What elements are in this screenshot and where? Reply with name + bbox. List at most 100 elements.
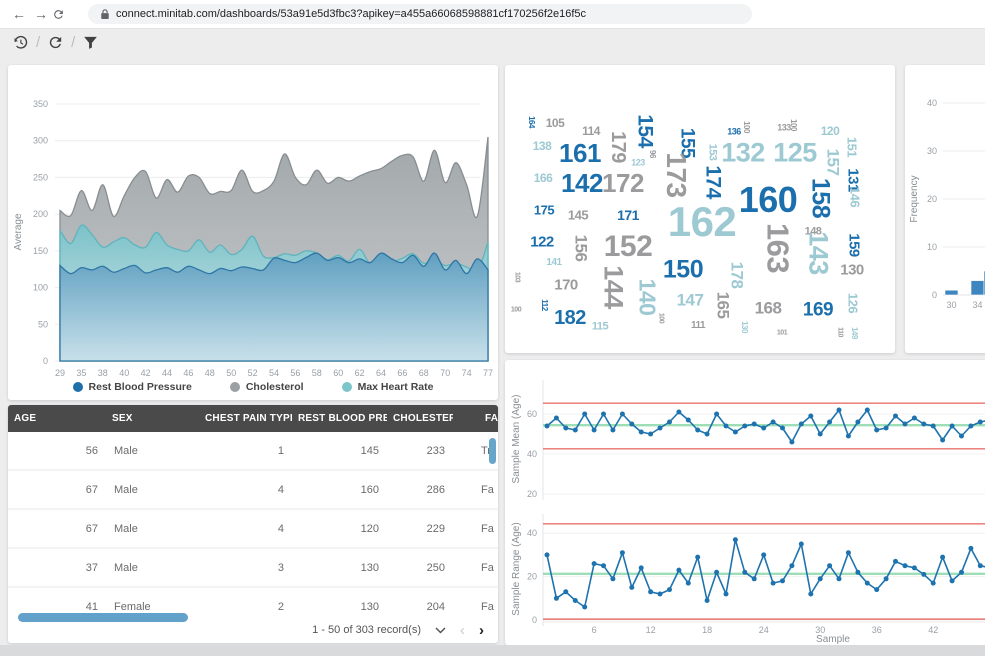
history-icon[interactable] — [12, 34, 29, 51]
cloud-word: 130 — [840, 263, 864, 278]
svg-text:20: 20 — [527, 572, 537, 582]
svg-text:20: 20 — [927, 194, 937, 204]
cloud-word: 114 — [582, 125, 600, 137]
table-cell: 67 — [8, 509, 106, 548]
table-vertical-scrollbar[interactable] — [489, 438, 496, 464]
column-header[interactable]: SEX — [106, 405, 199, 432]
legend-dot — [342, 382, 352, 392]
forward-icon[interactable]: → — [30, 0, 52, 28]
cloud-word: 172 — [602, 170, 644, 196]
cloud-word: 156 — [573, 235, 590, 262]
table-cell: 250 — [387, 548, 453, 587]
svg-text:Sample: Sample — [816, 634, 850, 645]
legend-dot — [230, 382, 240, 392]
svg-text:48: 48 — [205, 368, 215, 378]
cloud-word: 132 — [721, 140, 765, 167]
svg-text:12: 12 — [646, 625, 656, 635]
cloud-word: 147 — [677, 292, 704, 309]
cloud-word: 178 — [729, 262, 746, 289]
cloud-word: 164 — [527, 116, 535, 128]
cloud-word: 111 — [691, 321, 705, 331]
svg-text:30: 30 — [927, 146, 937, 156]
svg-text:46: 46 — [183, 368, 193, 378]
column-header[interactable]: AGE — [8, 405, 106, 432]
svg-text:40: 40 — [527, 449, 537, 459]
column-header[interactable]: CHOLESTEROL — [387, 405, 453, 432]
column-header[interactable]: REST BLOOD PRESS... — [292, 405, 387, 432]
cloud-word: 123 — [631, 159, 645, 168]
cloud-word: 161 — [559, 140, 601, 166]
cloud-word: 175 — [534, 204, 554, 217]
column-header[interactable]: FAS... — [453, 405, 498, 432]
cloud-word: 112 — [540, 299, 548, 310]
legend-label: Cholesterol — [246, 381, 304, 393]
svg-text:29: 29 — [55, 368, 65, 378]
data-table: AGESEXCHEST PAIN TYPEREST BLOOD PRESS...… — [8, 405, 498, 643]
cloud-word: 144 — [600, 265, 627, 309]
svg-text:0: 0 — [43, 356, 48, 366]
table-cell: 160 — [292, 470, 387, 509]
table-horizontal-scrollbar[interactable] — [18, 613, 188, 622]
table-cell: 67 — [8, 470, 106, 509]
legend-item[interactable]: Rest Blood Pressure — [73, 381, 192, 393]
back-icon[interactable]: ← — [8, 0, 30, 28]
cloud-word: 138 — [533, 140, 552, 152]
cloud-word: 142 — [561, 170, 603, 196]
legend-item[interactable]: Cholesterol — [230, 381, 304, 393]
records-count-label: 1 - 50 of 303 record(s) — [312, 624, 421, 636]
lock-icon — [100, 8, 110, 20]
svg-text:64: 64 — [376, 368, 386, 378]
table-cell: 37 — [8, 548, 106, 587]
table-cell: 229 — [387, 509, 453, 548]
table-row[interactable]: 67Male4120229Fa — [8, 509, 498, 548]
svg-text:68: 68 — [419, 368, 429, 378]
legend-item[interactable]: Max Heart Rate — [342, 381, 434, 393]
cloud-word: 162 — [668, 201, 737, 243]
svg-text:24: 24 — [759, 625, 769, 635]
svg-text:58: 58 — [312, 368, 322, 378]
table-header-row: AGESEXCHEST PAIN TYPEREST BLOOD PRESS...… — [8, 405, 498, 432]
refresh-icon[interactable] — [47, 34, 64, 51]
cloud-word: 174 — [703, 165, 724, 199]
address-bar[interactable]: connect.minitab.com/dashboards/53a91e5d3… — [88, 4, 752, 24]
cloud-word: 166 — [534, 172, 553, 184]
svg-text:50: 50 — [38, 319, 48, 329]
data-table-card: AGESEXCHEST PAIN TYPEREST BLOOD PRESS...… — [8, 405, 498, 643]
reload-icon[interactable] — [52, 8, 74, 21]
cloud-word: 160 — [739, 182, 798, 218]
svg-text:40: 40 — [927, 98, 937, 108]
cloud-word: 122 — [530, 235, 554, 250]
table-row[interactable]: 67Male4160286Fa — [8, 470, 498, 509]
table-row[interactable]: 37Male3130250Fa — [8, 548, 498, 587]
next-page-button[interactable]: › — [479, 623, 484, 638]
svg-text:18: 18 — [702, 625, 712, 635]
cloud-word: 115 — [592, 322, 608, 333]
cloud-word: 110 — [837, 327, 844, 337]
cloud-word: 173 — [662, 152, 690, 197]
svg-text:250: 250 — [33, 172, 48, 182]
table-cell: Fa — [453, 548, 498, 587]
cloud-word: 150 — [663, 258, 703, 283]
prev-page-button[interactable]: ‹ — [460, 623, 465, 638]
svg-text:10: 10 — [927, 242, 937, 252]
cloud-word: 143 — [805, 231, 832, 275]
svg-text:40: 40 — [527, 528, 537, 538]
column-header[interactable]: CHEST PAIN TYPE — [199, 405, 292, 432]
legend-label: Max Heart Rate — [358, 381, 434, 393]
filter-icon[interactable] — [82, 34, 99, 51]
table-row[interactable]: 56Male1145233Tr — [8, 432, 498, 470]
cloud-word: 125 — [773, 140, 817, 167]
control-charts-card: 204060Sample Mean (Age)02040Sample Range… — [505, 360, 985, 645]
table-cell: 1 — [199, 432, 292, 470]
table-cell: Fa — [453, 470, 498, 509]
svg-text:62: 62 — [355, 368, 365, 378]
table-cell: Male — [106, 509, 199, 548]
svg-text:56: 56 — [290, 368, 300, 378]
average-area-chart-card: 0501001502002503003502935384042444648505… — [8, 65, 498, 400]
svg-text:74: 74 — [462, 368, 472, 378]
cloud-word: 100 — [658, 313, 665, 323]
cloud-word: 126 — [847, 293, 860, 313]
chevron-down-icon[interactable] — [435, 627, 446, 634]
table-cell: 4 — [199, 509, 292, 548]
cloud-word: 105 — [546, 117, 565, 129]
